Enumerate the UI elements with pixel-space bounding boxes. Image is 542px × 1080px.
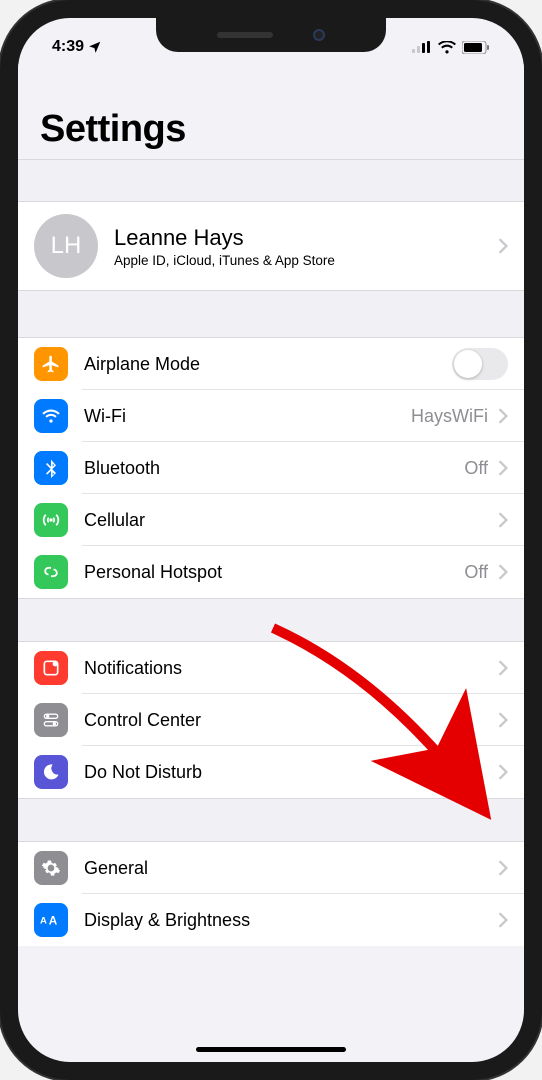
profile-name: Leanne Hays [114, 225, 498, 251]
row-label: Bluetooth [84, 458, 464, 479]
row-label: Display & Brightness [84, 910, 498, 931]
section-gap [18, 598, 524, 642]
row-value: HaysWiFi [411, 406, 488, 427]
personal-hotspot-row[interactable]: Personal Hotspot Off [18, 546, 524, 598]
chevron-right-icon [498, 512, 508, 528]
row-value: Off [464, 562, 488, 583]
general-icon [34, 851, 68, 885]
row-value: Off [464, 458, 488, 479]
row-label: Airplane Mode [84, 354, 452, 375]
cellular-icon [34, 503, 68, 537]
row-label: Wi-Fi [84, 406, 411, 427]
battery-icon [462, 41, 490, 54]
general-section: General AA Display & Brightness [18, 842, 524, 946]
chevron-right-icon [498, 460, 508, 476]
connectivity-section: Airplane Mode Wi-Fi HaysWiFi Bluetooth O… [18, 338, 524, 598]
chevron-right-icon [498, 912, 508, 928]
display-brightness-row[interactable]: AA Display & Brightness [18, 894, 524, 946]
airplane-icon [34, 347, 68, 381]
notifications-icon [34, 651, 68, 685]
airplane-mode-row[interactable]: Airplane Mode [18, 338, 524, 390]
row-label: Control Center [84, 710, 498, 731]
location-arrow-icon [88, 40, 102, 54]
chevron-right-icon [498, 712, 508, 728]
section-gap [18, 290, 524, 338]
avatar-initials: LH [51, 232, 82, 260]
airplane-mode-toggle[interactable] [452, 348, 508, 380]
chevron-right-icon [498, 660, 508, 676]
row-label: General [84, 858, 498, 879]
section-gap [18, 160, 524, 202]
home-indicator[interactable] [196, 1047, 346, 1052]
svg-text:A: A [40, 916, 47, 927]
hotspot-icon [34, 555, 68, 589]
screen: 4:39 S [18, 18, 524, 1062]
row-label: Do Not Disturb [84, 762, 498, 783]
row-label: Cellular [84, 510, 498, 531]
chevron-right-icon [498, 764, 508, 780]
chevron-right-icon [498, 238, 508, 254]
chevron-right-icon [498, 564, 508, 580]
page-header: Settings [18, 64, 524, 159]
svg-text:A: A [49, 914, 58, 927]
dnd-icon [34, 755, 68, 789]
section-gap [18, 798, 524, 842]
chevron-right-icon [498, 408, 508, 424]
general-row[interactable]: General [18, 842, 524, 894]
row-label: Notifications [84, 658, 498, 679]
row-label: Personal Hotspot [84, 562, 464, 583]
page-title: Settings [40, 108, 502, 151]
cellular-signal-icon [412, 41, 432, 53]
wifi-icon [34, 399, 68, 433]
display-icon: AA [34, 903, 68, 937]
bluetooth-icon [34, 451, 68, 485]
alerts-section: Notifications Control Center Do Not Dist… [18, 642, 524, 798]
profile-section: LH Leanne Hays Apple ID, iCloud, iTunes … [18, 202, 524, 290]
wifi-status-icon [438, 41, 456, 54]
wifi-row[interactable]: Wi-Fi HaysWiFi [18, 390, 524, 442]
avatar: LH [34, 214, 98, 278]
do-not-disturb-row[interactable]: Do Not Disturb [18, 746, 524, 798]
control-center-icon [34, 703, 68, 737]
iphone-frame: 4:39 S [0, 0, 542, 1080]
status-time: 4:39 [52, 38, 84, 56]
bluetooth-row[interactable]: Bluetooth Off [18, 442, 524, 494]
notifications-row[interactable]: Notifications [18, 642, 524, 694]
control-center-row[interactable]: Control Center [18, 694, 524, 746]
profile-subtitle: Apple ID, iCloud, iTunes & App Store [114, 253, 498, 268]
apple-id-row[interactable]: LH Leanne Hays Apple ID, iCloud, iTunes … [18, 202, 524, 290]
chevron-right-icon [498, 860, 508, 876]
notch [156, 18, 386, 52]
cellular-row[interactable]: Cellular [18, 494, 524, 546]
